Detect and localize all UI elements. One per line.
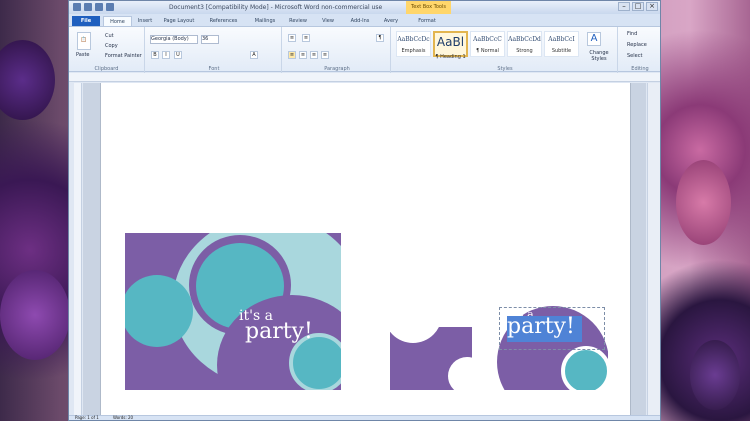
style-name: ¶ Heading 1 (435, 54, 466, 60)
editing-group: Find Replace Select Editing (620, 27, 660, 73)
document-page[interactable]: it's a party! it's a party! (100, 83, 631, 417)
tab-format[interactable]: Format (412, 16, 442, 26)
font-size-box[interactable]: 36 (201, 35, 219, 44)
clipboard-group-label: Clipboard (94, 66, 119, 72)
white-cutout (390, 327, 442, 343)
tab-home[interactable]: Home (103, 16, 132, 26)
text-box-selection[interactable] (499, 307, 605, 350)
tab-references[interactable]: References (207, 16, 240, 26)
align-left-icon[interactable]: ≡ (288, 51, 296, 59)
style-name: Strong (516, 48, 533, 54)
copy-button[interactable]: Copy (105, 43, 118, 49)
undo-icon[interactable] (95, 3, 103, 11)
style-strong[interactable]: AaBbCcDd Strong (507, 31, 542, 57)
maximize-icon[interactable]: □ (632, 2, 644, 11)
tab-insert[interactable]: Insert (134, 16, 156, 26)
redo-icon[interactable] (106, 3, 114, 11)
center-icon[interactable]: ≡ (299, 51, 307, 59)
replace-button[interactable]: Replace (627, 42, 647, 48)
quick-access-toolbar (73, 3, 114, 11)
style-subtitle[interactable]: AaBbCcI Subtitle (544, 31, 579, 57)
tab-review[interactable]: Review (286, 16, 310, 26)
horizontal-ruler[interactable] (69, 73, 660, 82)
style-emphasis[interactable]: AaBbCcDc Emphasis (396, 31, 431, 57)
style-name: Emphasis (401, 48, 426, 54)
numbering-icon[interactable]: ≡ (302, 34, 310, 42)
vertical-scrollbar[interactable] (647, 83, 660, 417)
italic-icon[interactable]: I (162, 51, 170, 59)
style-sample: AaBbCcC (473, 36, 502, 43)
style-sample: AaBbCcI (548, 36, 575, 43)
close-icon[interactable]: × (646, 2, 658, 11)
bold-icon[interactable]: B (151, 51, 159, 59)
tab-mailings[interactable]: Mailings (250, 16, 280, 26)
document-workspace: it's a party! it's a party! (83, 83, 646, 417)
ribbon-home: 📋 Paste Cut Copy Format Painter Clipboar… (69, 26, 660, 73)
change-styles-icon[interactable]: A (587, 32, 601, 46)
window-controls: – □ × (618, 2, 658, 11)
cut-button[interactable]: Cut (105, 33, 114, 39)
editing-group-label: Editing (631, 66, 649, 72)
partial-card-middle[interactable] (390, 327, 472, 390)
styles-group-label: Styles (497, 66, 513, 72)
paste-button[interactable]: Paste (76, 52, 90, 58)
font-group-label: Font (208, 66, 220, 72)
format-painter-button[interactable]: Format Painter (105, 53, 142, 59)
font-name-box[interactable]: Georgia (Body) (150, 35, 198, 44)
purple-flower-bottom-left (0, 270, 70, 360)
align-right-icon[interactable]: ≡ (310, 51, 318, 59)
word-icon[interactable] (73, 3, 81, 11)
paragraph-group-label: Paragraph (324, 66, 350, 72)
style-name: Subtitle (551, 48, 572, 54)
page-status: Page: 1 of 1 (75, 415, 99, 420)
select-button[interactable]: Select (627, 53, 642, 59)
tab-add-ins[interactable]: Add-Ins (346, 16, 374, 26)
word-window: Document3 [Compatibility Mode] - Microso… (68, 0, 661, 421)
find-button[interactable]: Find (627, 31, 637, 37)
font-group: Georgia (Body) 36 B I U A Font (147, 27, 282, 73)
clipboard-group: 📋 Paste Cut Copy Format Painter Clipboar… (69, 27, 145, 73)
change-styles-button[interactable]: Change Styles (583, 50, 615, 62)
paragraph-mark-icon[interactable]: ¶ (376, 34, 384, 42)
status-bar: Page: 1 of 1 Words: 20 (69, 415, 660, 420)
invitation-card-left[interactable]: it's a party! (125, 233, 341, 390)
tab-page-layout[interactable]: Page Layout (161, 16, 197, 26)
style-sample: AaBbCcDc (397, 36, 430, 43)
styles-group: AaBbCcDc Emphasis AaBl ¶ Heading 1 AaBbC… (393, 27, 618, 73)
invitation-large-text: party! (245, 319, 313, 344)
save-icon[interactable] (84, 3, 92, 11)
partial-card-right[interactable]: it's a party! (495, 304, 608, 390)
tab-file[interactable]: File (72, 16, 100, 26)
word-count: Words: 20 (113, 415, 134, 420)
minimize-icon[interactable]: – (618, 2, 630, 11)
style-sample: AaBbCcDd (508, 36, 541, 43)
tab-view[interactable]: View (318, 16, 338, 26)
right-teal-circle (561, 346, 608, 390)
paste-icon[interactable]: 📋 (77, 32, 91, 50)
style-name: ¶ Normal (476, 48, 499, 54)
white-cutout-bottom (448, 357, 472, 390)
document-title: Document3 [Compatibility Mode] - Microso… (169, 4, 383, 11)
vertical-ruler[interactable] (74, 83, 82, 417)
justify-icon[interactable]: ≡ (321, 51, 329, 59)
title-bar: Document3 [Compatibility Mode] - Microso… (69, 1, 660, 14)
style-normal[interactable]: AaBbCcC ¶ Normal (470, 31, 505, 57)
purple-flower-right (690, 340, 740, 410)
paragraph-group: ≡ ≡ ≡ ≡ ≡ ≡ ¶ Paragraph (284, 27, 391, 73)
style-sample: AaBl (436, 35, 465, 49)
style-heading-1[interactable]: AaBl ¶ Heading 1 (433, 31, 468, 60)
ribbon-tabs: File Home Insert Page Layout References … (69, 14, 660, 26)
underline-icon[interactable]: U (174, 51, 182, 59)
pink-blossom-right (676, 160, 731, 245)
font-color-icon[interactable]: A (250, 51, 258, 59)
tab-avery[interactable]: Avery (380, 16, 402, 26)
bullets-icon[interactable]: ≡ (288, 34, 296, 42)
purple-flower-left (0, 40, 55, 120)
text-box-tools-label: Text Box Tools (406, 1, 451, 14)
